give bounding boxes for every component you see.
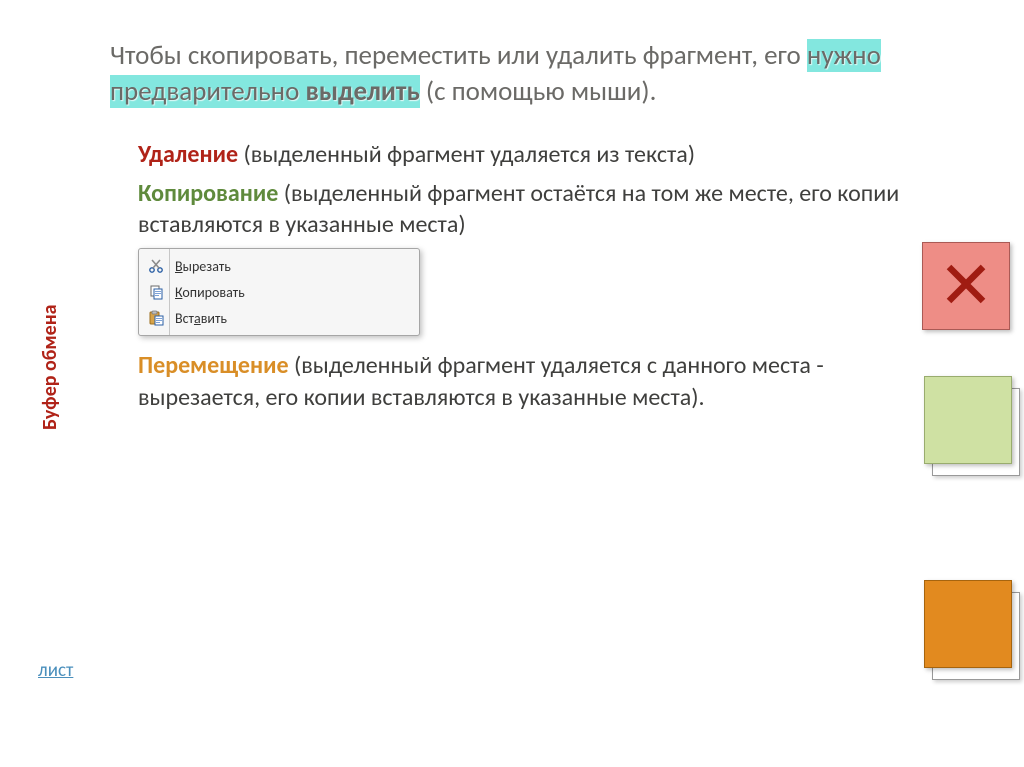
section-delete: Удаление (выделенный фрагмент удаляется … bbox=[138, 139, 914, 170]
menu-label-cut: Вырезать bbox=[173, 258, 231, 275]
sticky-note-move bbox=[924, 580, 1012, 668]
section-copy: Копирование (выделенный фрагмент остаётс… bbox=[138, 178, 914, 240]
paste-icon bbox=[147, 309, 165, 327]
title-text-1: Чтобы скопировать, переместить или удали… bbox=[110, 39, 807, 72]
menu-paste-pre: Вст bbox=[175, 310, 194, 327]
menu-label-paste: Вставить bbox=[173, 310, 227, 327]
sticky-note-copy bbox=[924, 376, 1012, 464]
menu-label-copy: Копировать bbox=[173, 284, 245, 301]
keyword-move: Перемещение bbox=[138, 351, 289, 380]
menu-paste-u: а bbox=[194, 310, 201, 327]
context-menu: Вырезать Копировать bbox=[138, 248, 420, 336]
copy-icon bbox=[147, 283, 165, 301]
keyword-copy: Копирование bbox=[138, 179, 278, 208]
menu-item-cut[interactable]: Вырезать bbox=[139, 253, 419, 279]
menu-copy-rest: опировать bbox=[182, 284, 244, 301]
menu-cut-u: В bbox=[175, 258, 183, 275]
clipboard-sidebar-label: Буфер обмена bbox=[38, 304, 62, 430]
title-highlight-bold: выделить bbox=[305, 75, 419, 108]
menu-paste-rest: вить bbox=[201, 310, 227, 327]
slide-content: Чтобы скопировать, переместить или удали… bbox=[0, 0, 1024, 767]
slide-title: Чтобы скопировать, переместить или удали… bbox=[110, 38, 914, 111]
keyword-delete: Удаление bbox=[138, 140, 238, 169]
scissors-icon bbox=[147, 257, 165, 275]
menu-item-paste[interactable]: Вставить bbox=[139, 305, 419, 331]
section-move: Перемещение (выделенный фрагмент удаляет… bbox=[138, 350, 914, 412]
text-delete: (выделенный фрагмент удаляется из текста… bbox=[238, 140, 695, 169]
menu-item-copy[interactable]: Копировать bbox=[139, 279, 419, 305]
link-list[interactable]: лист bbox=[38, 659, 73, 682]
title-text-2: (с помощью мыши). bbox=[420, 75, 657, 108]
sticky-note-delete: ✕ bbox=[922, 242, 1010, 330]
menu-cut-rest: ырезать bbox=[183, 258, 231, 275]
x-mark-icon: ✕ bbox=[938, 253, 993, 319]
